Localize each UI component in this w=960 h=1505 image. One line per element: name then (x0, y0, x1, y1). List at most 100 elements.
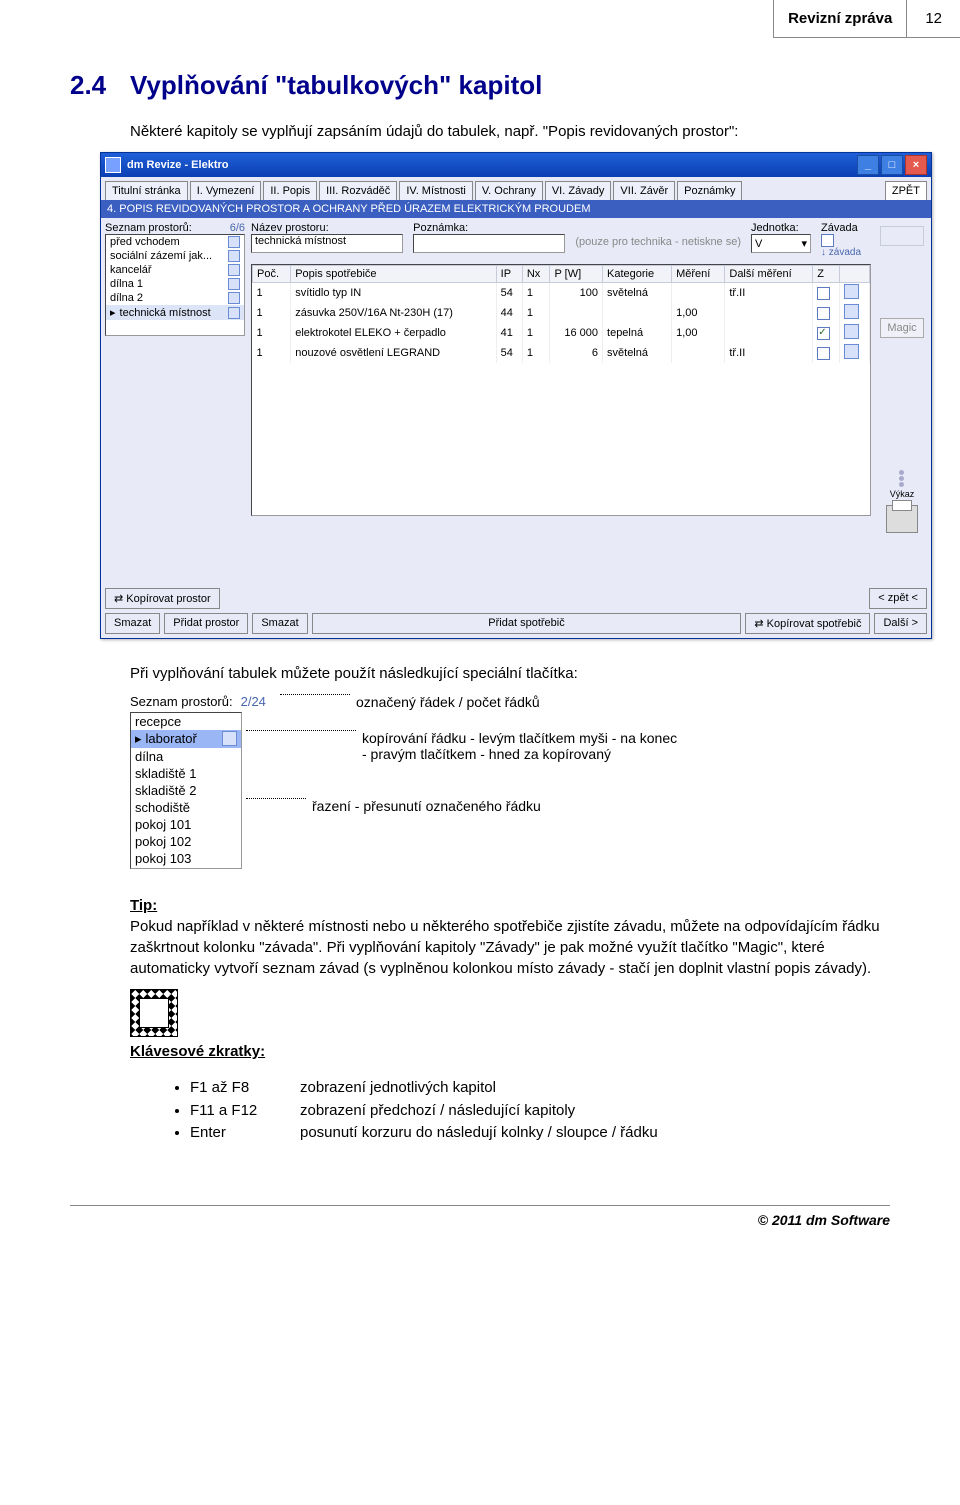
list-item: skladiště 1 (131, 765, 241, 782)
delete-app-button[interactable]: Smazat (252, 613, 307, 634)
shortcut-key: F11 a F12 (190, 1100, 300, 1123)
poznamka-input[interactable] (413, 234, 565, 253)
annot-label: Seznam prostorů: (130, 694, 233, 709)
tab-popis[interactable]: II. Popis (263, 181, 317, 200)
list-item: dílna (131, 748, 241, 765)
annot-a1: označený řádek / počet řádků (350, 694, 540, 710)
poznamka-label: Poznámka: (413, 222, 565, 234)
table-row[interactable]: 1zásuvka 250V/16A Nt-230H (17)4411,00 (253, 303, 870, 323)
section-heading: 2.4Vyplňování "tabulkových" kapitol (70, 70, 890, 101)
copy-row-icon[interactable] (228, 236, 240, 248)
list-item: pokoj 103 (131, 850, 241, 868)
tab-rozvadec[interactable]: III. Rozváděč (319, 181, 397, 200)
list-item: ▸technická místnost (106, 305, 244, 320)
annot-a2b: - pravým tlačítkem - hned za kopírovaný (362, 746, 677, 762)
table-row[interactable]: 1svítidlo typ IN541100světelnátř.II (253, 283, 870, 304)
next-button[interactable]: Další > (874, 613, 927, 634)
app-icon (105, 157, 121, 173)
zavada-checkbox[interactable] (821, 234, 834, 247)
tab-zaver[interactable]: VII. Závěr (613, 181, 675, 200)
col-kat: Kategorie (603, 266, 672, 283)
annot-counter: 2/24 (241, 694, 266, 709)
list-item: sociální zázemí jak... (106, 249, 244, 263)
section-bar: 4. POPIS REVIDOVANÝCH PROSTOR A OCHRANY … (101, 200, 931, 218)
table-row[interactable]: 1elektrokotel ELEKO + čerpadlo41116 000t… (253, 323, 870, 343)
side-slot (880, 226, 924, 246)
add-room-button[interactable]: Přidat prostor (164, 613, 248, 634)
list-item: skladiště 2 (131, 782, 241, 799)
list-item: dílna 1 (106, 277, 244, 291)
tabs: Titulní stránka I. Vymezení II. Popis II… (101, 177, 931, 200)
copy-row-icon[interactable] (228, 264, 240, 276)
page-header: Revizní zpráva 12 (773, 0, 960, 38)
delete-room-button[interactable]: Smazat (105, 613, 160, 634)
copy-row-icon[interactable] (844, 284, 859, 299)
shortcut-key: Enter (190, 1122, 300, 1145)
list-item: kancelář (106, 263, 244, 277)
col-dm: Další měření (725, 266, 813, 283)
shortcuts-list: F1 až F8zobrazení jednotlivých kapitol F… (130, 1077, 890, 1145)
zavada-label: Závada (821, 222, 871, 234)
copy-row-icon[interactable] (228, 250, 240, 262)
copy-row-icon[interactable] (844, 304, 859, 319)
back-nav-button[interactable]: < zpět < (869, 588, 927, 609)
col-mer: Měření (672, 266, 725, 283)
copy-room-button[interactable]: ⇄ Kopírovat prostor (105, 588, 220, 609)
maximize-icon[interactable]: □ (881, 155, 903, 175)
col-ip: IP (496, 266, 522, 283)
shortcut-desc: posunutí korzuru do následují kolnky / s… (300, 1124, 658, 1141)
tip-label: Tip: (130, 897, 157, 914)
annot-listbox[interactable]: recepce ▸laboratoř dílna skladiště 1 skl… (130, 712, 242, 869)
add-appliance-button[interactable]: Přidat spotřebič (312, 613, 742, 634)
jednotka-select[interactable]: V▾ (751, 234, 811, 253)
tab-vymezeni[interactable]: I. Vymezení (190, 181, 262, 200)
rooms-listbox[interactable]: před vchodem sociální zázemí jak... kanc… (105, 234, 245, 336)
tip-text: Pokud například v některé místnosti nebo… (130, 918, 880, 977)
close-icon[interactable]: × (905, 155, 927, 175)
list-item: recepce (131, 713, 241, 730)
para2: Při vyplňování tabulek můžete použít nás… (130, 663, 890, 684)
col-pw: P [W] (550, 266, 603, 283)
vykaz-button[interactable]: Výkaz (890, 470, 915, 499)
annotated-screenshot: Seznam prostorů: 2/24 označený řádek / p… (130, 694, 890, 869)
col-nx: Nx (522, 266, 550, 283)
list-item: pokoj 101 (131, 816, 241, 833)
zavada-link[interactable]: ↓ závada (821, 247, 871, 258)
tab-zavady[interactable]: VI. Závady (545, 181, 612, 200)
intro-text: Některé kapitoly se vyplňují zapsáním úd… (130, 121, 890, 142)
shortcuts-title: Klávesové zkratky: (130, 1041, 890, 1062)
list-item: před vchodem (106, 235, 244, 249)
page-number: 12 (906, 0, 960, 38)
keyboard-icon (130, 989, 178, 1037)
app-screenshot: dm Revize - Elektro _ □ × Titulní stránk… (100, 152, 890, 639)
copy-row-icon[interactable] (844, 324, 859, 339)
tab-poznamky[interactable]: Poznámky (677, 181, 742, 200)
magic-button[interactable]: Magic (880, 318, 924, 338)
header-title: Revizní zpráva (773, 0, 906, 38)
list-item: schodiště (131, 799, 241, 816)
col-popis: Popis spotřebiče (291, 266, 496, 283)
tab-ochrany[interactable]: V. Ochrany (475, 181, 543, 200)
nazev-input[interactable]: technická místnost (251, 234, 403, 253)
col-z: Z (813, 266, 840, 283)
shortcut-key: F1 až F8 (190, 1077, 300, 1100)
appliance-grid[interactable]: Poč. Popis spotřebiče IP Nx P [W] Katego… (251, 264, 871, 516)
copy-row-icon[interactable] (228, 307, 240, 319)
col-poc: Poč. (253, 266, 291, 283)
annot-a3: řazení - přesunutí označeného řádku (306, 798, 541, 814)
list-item: pokoj 102 (131, 833, 241, 850)
copy-appliance-button[interactable]: ⇄ Kopírovat spotřebič (745, 613, 870, 634)
copy-row-icon[interactable] (844, 344, 859, 359)
copy-row-icon[interactable] (222, 731, 237, 746)
minimize-icon[interactable]: _ (857, 155, 879, 175)
table-row[interactable]: 1nouzové osvětlení LEGRAND5416světelnátř… (253, 343, 870, 363)
copy-row-icon[interactable] (228, 292, 240, 304)
list-item: dílna 2 (106, 291, 244, 305)
tab-title-page[interactable]: Titulní stránka (105, 181, 188, 200)
window-title: dm Revize - Elektro (127, 159, 228, 171)
printer-icon[interactable] (886, 505, 918, 533)
back-button[interactable]: ZPĚT (885, 181, 927, 200)
rooms-counter: 6/6 (230, 222, 245, 234)
copy-row-icon[interactable] (228, 278, 240, 290)
tab-mistnosti[interactable]: IV. Místnosti (399, 181, 473, 200)
